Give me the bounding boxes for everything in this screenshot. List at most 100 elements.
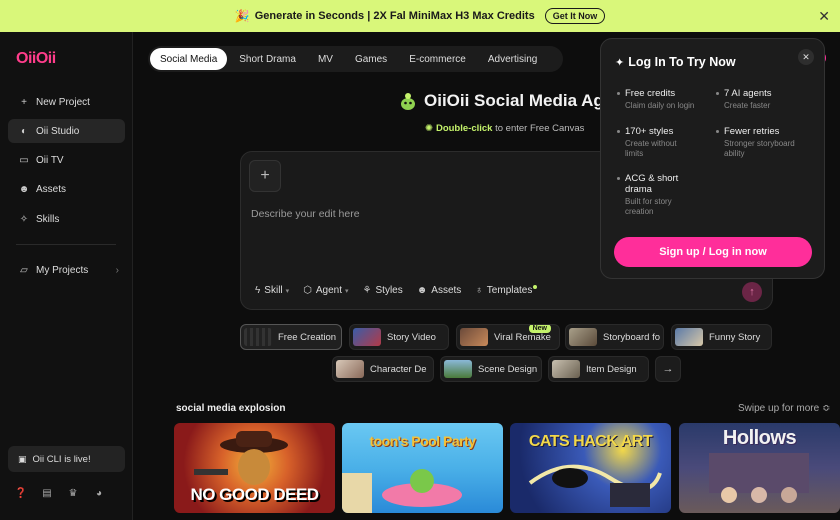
folder-icon: ▱ — [20, 264, 28, 276]
palette-icon: ⚘ — [362, 285, 372, 296]
card-title: CATS HACK ART — [528, 433, 653, 450]
showcase-card[interactable]: Hollows — [679, 423, 840, 513]
sidebar-item-new-project[interactable]: + New Project — [8, 90, 125, 114]
tab-short-drama[interactable]: Short Drama — [229, 48, 306, 70]
chip-thumbnail — [353, 328, 381, 346]
sidebar-item-my-projects[interactable]: ▱ My Projects › — [8, 258, 125, 282]
feature-desc: Create without limits — [625, 139, 677, 158]
sidebar-item-label: Oii TV — [36, 154, 64, 166]
sign-up-login-button[interactable]: Sign up / Log in now — [614, 237, 812, 267]
swipe-up-hint[interactable]: Swipe up for more ≎ — [738, 403, 830, 414]
sidebar-item-label: My Projects — [36, 264, 89, 276]
logo[interactable]: OiiOii — [16, 50, 56, 68]
feature-heading: 170+ styles — [616, 126, 696, 137]
chip-thumbnail — [444, 360, 472, 378]
page-title: OiiOii Social Media Age — [398, 91, 613, 111]
chips-next-button[interactable]: → — [655, 356, 681, 382]
chip-label: Item Design — [586, 363, 637, 375]
tab-social-media[interactable]: Social Media — [150, 48, 228, 70]
feature-heading: Fewer retries — [715, 126, 815, 137]
swipe-up-label: Swipe up for more — [738, 403, 820, 414]
tv-icon: ▭ — [19, 154, 29, 166]
chip-viral-remake[interactable]: Viral Remake New — [456, 324, 560, 350]
chip-funny-story[interactable]: Funny Story — [671, 324, 772, 350]
feature-desc: Claim daily on login — [625, 101, 695, 110]
help-icon[interactable]: ❓ — [14, 488, 28, 502]
sidebar-item-oii-studio[interactable]: ◐ Oii Studio — [8, 119, 125, 143]
tab-advertising[interactable]: Advertising — [478, 48, 547, 70]
showcase-card[interactable]: toon's Pool Party — [342, 423, 503, 513]
add-media-button[interactable]: + — [249, 160, 281, 192]
discord-icon[interactable]: ◕ — [92, 488, 106, 502]
chip-storyboard[interactable]: Storyboard fo — [565, 324, 664, 350]
agent-dropdown[interactable]: ⬡ Agent ▾ — [303, 285, 348, 296]
category-tabs: Social Media Short Drama MV Games E-comm… — [148, 46, 563, 72]
assets-icon: ☻ — [18, 183, 30, 195]
hero-highlight: Double-click — [435, 123, 493, 134]
chip-character-design[interactable]: Character De — [332, 356, 434, 382]
tool-label: Skill — [264, 285, 283, 296]
sparkle-icon: ✺ — [425, 123, 433, 134]
styles-button[interactable]: ⚘ Styles — [363, 285, 403, 296]
new-dot — [533, 284, 538, 289]
chip-thumbnail — [244, 328, 272, 346]
chip-item-design[interactable]: Item Design — [548, 356, 649, 382]
chip-thumbnail — [336, 360, 364, 378]
chip-thumbnail — [569, 328, 597, 346]
feature-heading: 7 AI agents — [715, 88, 815, 99]
chip-label: Storyboard fo — [603, 331, 661, 343]
skill-dropdown[interactable]: ϟ Skill ▾ — [255, 285, 289, 296]
sidebar-item-oii-tv[interactable]: ▭ Oii TV — [8, 148, 125, 172]
cube-icon: ⬡ — [303, 285, 312, 296]
sidebar-item-skills[interactable]: ✧ Skills — [8, 207, 125, 231]
document-icon[interactable]: ▤ — [40, 488, 54, 502]
tab-e-commerce[interactable]: E-commerce — [399, 48, 476, 70]
close-icon[interactable]: ✕ — [798, 49, 814, 65]
templates-button[interactable]: ♁ Templates — [475, 284, 538, 296]
chip-scene-design[interactable]: Scene Design — [440, 356, 542, 382]
cli-announcement[interactable]: ▣ Oii CLI is live! — [8, 446, 125, 472]
chevron-right-icon: › — [115, 264, 119, 276]
chip-label: Free Creation — [278, 331, 337, 343]
sidebar-divider — [16, 244, 116, 245]
sidebar-footer: ❓ ▤ ♛ ◕ — [14, 488, 106, 502]
chip-free-creation[interactable]: Free Creation — [240, 324, 342, 350]
chip-label: Scene Design — [478, 363, 538, 375]
chevron-down-icon: ▾ — [285, 287, 290, 295]
promo-banner: 🎉 Generate in Seconds | 2X Fal MiniMax H… — [0, 0, 840, 32]
showcase-card[interactable]: NO GOOD DEED — [174, 423, 335, 513]
bulb-icon: ♁ — [475, 285, 483, 296]
popup-title-text: Log In To Try Now — [628, 55, 736, 69]
new-badge: New — [528, 325, 551, 333]
tab-mv[interactable]: MV — [308, 48, 343, 70]
close-icon[interactable]: ✕ — [818, 8, 830, 25]
feature-acg-short-drama: ACG & short drama Built for story creati… — [616, 173, 696, 217]
mascot-icon — [398, 91, 418, 111]
login-popup: ✕ ✦ Log In To Try Now Free credits Claim… — [600, 38, 825, 279]
feature-styles: 170+ styles Create without limits — [616, 126, 696, 159]
sidebar-item-label: New Project — [36, 96, 90, 108]
prompt-input[interactable] — [251, 206, 611, 222]
party-icon: 🎉 — [234, 9, 250, 23]
tool-label: Styles — [375, 285, 403, 296]
editor-toolbar: ϟ Skill ▾ ⬡ Agent ▾ ⚘ Styles ☻ Assets ♁ … — [255, 284, 538, 296]
trophy-icon[interactable]: ♛ — [66, 488, 80, 502]
feature-heading: Free credits — [616, 88, 716, 99]
hero-subtitle: ✺ Double-click to enter Free Canvas — [425, 123, 584, 134]
feature-ai-agents: 7 AI agents Create faster — [715, 88, 815, 111]
terminal-icon: ▣ — [18, 453, 27, 464]
tab-games[interactable]: Games — [345, 48, 397, 70]
chip-story-video[interactable]: Story Video — [349, 324, 449, 350]
lightning-icon: ϟ — [255, 285, 261, 296]
showcase-card[interactable]: CATS HACK ART — [510, 423, 671, 513]
feature-free-credits: Free credits Claim daily on login — [616, 88, 716, 111]
get-it-now-button[interactable]: Get It Now — [544, 8, 606, 24]
page-title-text: OiiOii Social Media Age — [424, 91, 614, 110]
assets-button[interactable]: ☻ Assets — [417, 285, 462, 296]
card-title: Hollows — [722, 427, 797, 449]
sidebar-item-assets[interactable]: ☻ Assets — [8, 177, 125, 201]
chip-label: Viral Remake — [494, 331, 551, 343]
sidebar-item-label: Assets — [36, 183, 67, 195]
send-button[interactable]: ↑ — [742, 282, 762, 302]
feature-desc: Stronger storyboard ability — [724, 139, 795, 158]
